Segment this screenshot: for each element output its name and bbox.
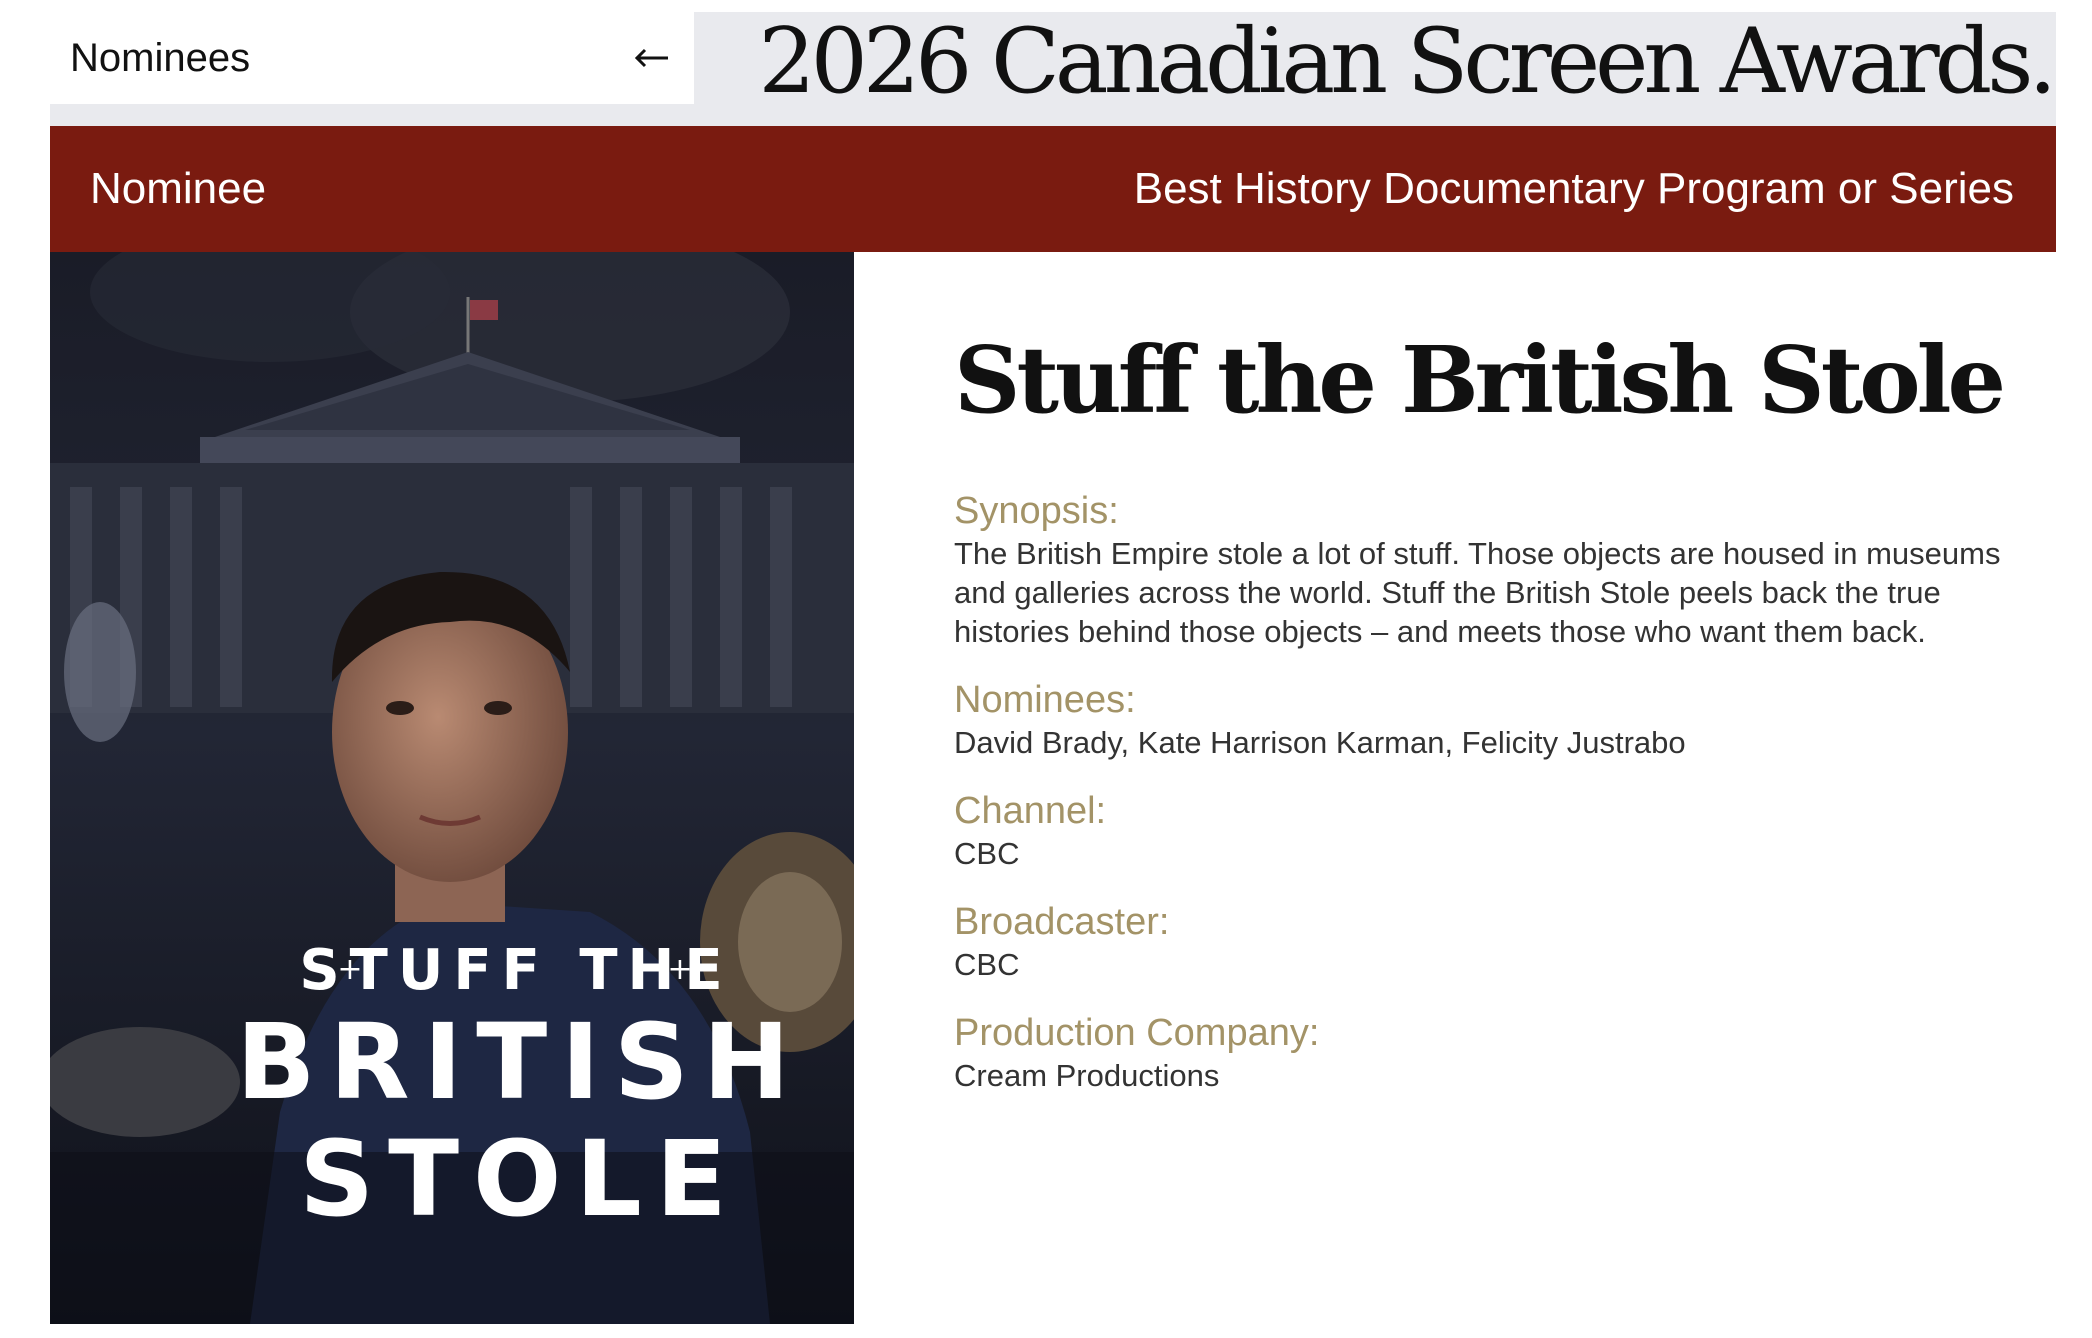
- poster-title-line1: STUFF THE: [299, 938, 732, 1003]
- channel-value: CBC: [954, 836, 1020, 871]
- channel-label: Channel:: [954, 790, 1107, 832]
- award-category: Best History Documentary Program or Seri…: [1133, 164, 2014, 213]
- show-title: Stuff the British Stole: [954, 326, 2006, 434]
- production-company-label: Production Company:: [954, 1012, 1320, 1054]
- synopsis-section: Synopsis: The British Empire stole a lot…: [954, 488, 2054, 651]
- broadcaster-section: Broadcaster: CBC: [954, 899, 2054, 984]
- nominees-value: David Brady, Kate Harrison Karman, Felic…: [954, 725, 1686, 760]
- poster-title-line3: STOLE: [299, 1118, 741, 1240]
- nominees-section: Nominees: David Brady, Kate Harrison Kar…: [954, 677, 2054, 762]
- show-details: Stuff the British Stole Synopsis: The Br…: [954, 320, 2054, 1121]
- synopsis-label: Synopsis:: [954, 490, 1119, 532]
- category-bar: Nominee Best History Documentary Program…: [50, 126, 2056, 252]
- arrow-left-icon: [634, 48, 670, 68]
- production-company-section: Production Company: Cream Productions: [954, 1010, 2054, 1095]
- back-button-label: Nominees: [70, 35, 251, 80]
- production-company-value: Cream Productions: [954, 1058, 1220, 1093]
- nominee-label: Nominee: [90, 164, 267, 213]
- site-title: 2026 Canadian Screen Awards.: [758, 9, 2057, 114]
- show-poster: + + STUFF THE BRITISH STOLE: [50, 252, 854, 1324]
- back-to-nominees-button[interactable]: Nominees: [50, 12, 694, 104]
- broadcaster-value: CBC: [954, 947, 1020, 982]
- nominees-label: Nominees:: [954, 679, 1136, 721]
- poster-title-line2: BRITISH: [236, 1001, 804, 1123]
- broadcaster-label: Broadcaster:: [954, 901, 1170, 943]
- channel-section: Channel: CBC: [954, 788, 2054, 873]
- synopsis-text: The British Empire stole a lot of stuff.…: [954, 536, 2001, 649]
